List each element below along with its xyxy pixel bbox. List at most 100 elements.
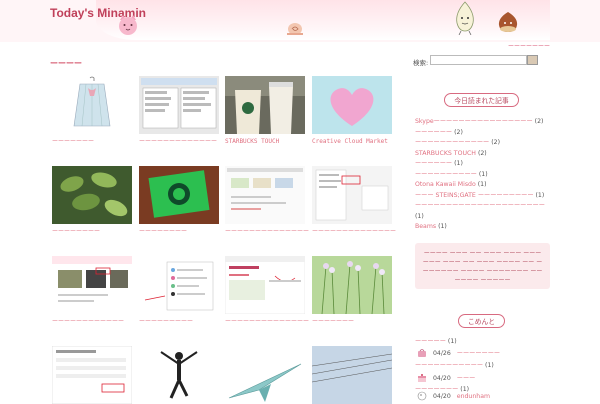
post-thumbnail[interactable] (139, 166, 219, 224)
post-title-link[interactable]: ーーーーーーーーーーーーー (139, 138, 223, 146)
post-thumbnail-grid: ーーーーーーー ーーーーーーーーーーーーー STARBUCKS TOUCH Cr… (52, 76, 397, 404)
post-title-link[interactable]: ーーーーーーー (52, 138, 136, 146)
view-count: (2) (534, 118, 544, 125)
list-item[interactable]: ーーーーーー (2) (415, 128, 555, 139)
search-input[interactable] (430, 55, 527, 65)
view-count: (1) (438, 223, 447, 230)
header-decoration-band (96, 0, 550, 40)
comment-author-link[interactable]: endunham (457, 393, 490, 400)
popular-post-link[interactable]: ーーー STEINS;GATE ーーーーーーーーー (415, 192, 534, 199)
post-thumbnail[interactable] (312, 166, 392, 224)
starbucks-cup-image (225, 76, 305, 134)
comment-count: (1) (485, 362, 494, 369)
popular-post-link[interactable]: ーーーーーーーーーーーー (415, 139, 489, 146)
form-screenshot-image (52, 346, 132, 404)
post-thumbnail[interactable] (52, 166, 132, 224)
popular-post-link[interactable]: ーーーーーー (415, 129, 452, 136)
paper-airplane-image (225, 346, 305, 404)
post-thumbnail[interactable] (52, 256, 132, 314)
site-header: Today's Minamin (0, 0, 600, 42)
list-item[interactable]: ーーーーーーーーーーーーーーーーーーーーー (1) (415, 201, 555, 222)
comment-post[interactable]: ーーーーーーーーーーー (1) (415, 360, 494, 370)
popular-posts-heading: 今日読まれた記事 (413, 88, 550, 107)
popular-posts-title: 今日読まれた記事 (444, 93, 519, 107)
popular-post-link[interactable]: STARBUCKS TOUCH (415, 150, 476, 157)
comments-title: こめんと (457, 314, 506, 328)
flower-field-image (312, 256, 392, 314)
dialog-screenshot-image (139, 76, 219, 134)
heart-illustration-image (312, 76, 392, 134)
view-count: (2) (454, 128, 463, 136)
comments-heading: こめんと (413, 309, 550, 328)
tag-cloud-text[interactable]: ーーーー ーーー ーー ーーー ーーー ーーーーーー ーーー ーー ーーー ーー… (423, 250, 543, 284)
comment-date: 04/20 (432, 375, 451, 382)
view-count: (1) (454, 160, 463, 167)
search-button[interactable] (527, 55, 538, 65)
comment-date: 04/20 (432, 393, 451, 400)
comment-post[interactable]: ーーーーー (1) (415, 336, 457, 346)
post-thumbnail[interactable] (225, 256, 305, 314)
comment-date: 04/26 (432, 350, 451, 357)
view-count: (1) (415, 212, 424, 220)
comment-post-link[interactable]: ーーーーーーーーーーー (415, 362, 483, 369)
post-thumbnail[interactable] (225, 346, 305, 404)
popular-posts-list: Skypeーーーーーーーーーーーーーーーー (2) ーーーーーー (2) ーーー… (415, 117, 555, 233)
chestnut-mascot-icon (498, 12, 518, 32)
post-title-link[interactable]: ーーーーーーーー (52, 228, 136, 236)
popular-post-link[interactable]: Beams (415, 223, 436, 230)
comment-post-link[interactable]: ーーーーー (415, 338, 446, 345)
popular-post-link[interactable]: ーーーーーーーーーー (415, 171, 477, 178)
list-item[interactable]: Beams (1) (415, 222, 555, 233)
comment-author-link[interactable]: ーーー (457, 375, 476, 382)
popular-post-link[interactable]: ーーーーーーーーーーーーーーーーーーーーー (415, 202, 545, 209)
sky-wires-image (312, 346, 392, 404)
post-thumbnail[interactable] (139, 256, 219, 314)
popular-post-link[interactable]: ーーーーーー (415, 160, 452, 167)
post-title-link[interactable]: ーーーーーーーー (139, 228, 223, 236)
list-item[interactable]: Otona Kawaii Misdo (1) (415, 180, 555, 191)
post-title-link[interactable]: ーーーーーーー (312, 318, 396, 326)
post-title-link[interactable]: ーーーーーーーーーーーーーー (312, 228, 396, 236)
popular-post-link[interactable]: Skypeーーーーーーーーーーーーーーーー (415, 118, 533, 125)
page-title: ーーーー (50, 59, 82, 68)
list-item[interactable]: ーーー STEINS;GATE ーーーーーーーーー (1) (415, 191, 555, 202)
post-title-link[interactable]: ーーーーーーーーー (139, 318, 223, 326)
pink-cat-mascot-icon (119, 15, 137, 35)
comment-entry: 04/20 ーーー (417, 373, 475, 383)
popular-post-link[interactable]: Otona Kawaii Misdo (415, 181, 476, 188)
menu-screenshot-image (312, 166, 392, 224)
list-item[interactable]: ーーーーーーーーーーーー (2) (415, 138, 555, 149)
post-thumbnail[interactable] (139, 76, 219, 134)
search-label: 検索: (413, 59, 429, 67)
post-thumbnail[interactable] (312, 256, 392, 314)
post-thumbnail[interactable] (52, 76, 132, 134)
subnav-link[interactable]: ーーーーーーー (508, 41, 550, 50)
post-thumbnail[interactable] (312, 76, 392, 134)
post-thumbnail[interactable] (52, 346, 132, 404)
post-thumbnail[interactable] (225, 166, 305, 224)
comment-entry: 04/26 ーーーーーーー (417, 348, 500, 358)
post-title-link[interactable]: ーーーーーーーーーーーーーー (225, 228, 309, 236)
list-item[interactable]: Skypeーーーーーーーーーーーーーーーー (2) (415, 117, 555, 128)
post-title-link[interactable]: Creative Cloud Market (312, 138, 396, 146)
list-item[interactable]: ーーーーーーーーーー (1) (415, 170, 555, 181)
view-count: (1) (478, 170, 488, 178)
view-count: (2) (491, 139, 500, 146)
cake-avatar-icon (418, 374, 426, 382)
post-title-link[interactable]: ーーーーーーーーーーーー (52, 318, 136, 326)
post-thumbnail[interactable] (139, 346, 219, 404)
blog-screenshot-image (52, 256, 132, 314)
list-item[interactable]: ーーーーーー (1) (415, 159, 555, 170)
list-item[interactable]: STARBUCKS TOUCH (2) (415, 149, 555, 160)
web-screenshot-image (225, 166, 305, 224)
view-count: (2) (477, 149, 487, 157)
post-thumbnail[interactable] (225, 76, 305, 134)
post-title-link[interactable]: ーーーーーーーーーーーーーー (225, 318, 309, 326)
green-leaves-image (52, 166, 132, 224)
post-thumbnail[interactable] (312, 346, 392, 404)
tag-cloud[interactable]: ーーーー ーーー ーー ーーー ーーー ーーーーーー ーーー ーー ーーー ーー… (415, 243, 550, 289)
snail-mascot-icon (287, 23, 303, 35)
comment-author-link[interactable]: ーーーーーーー (457, 350, 500, 357)
view-count: (1) (535, 191, 545, 199)
post-title-link[interactable]: STARBUCKS TOUCH (225, 138, 309, 146)
